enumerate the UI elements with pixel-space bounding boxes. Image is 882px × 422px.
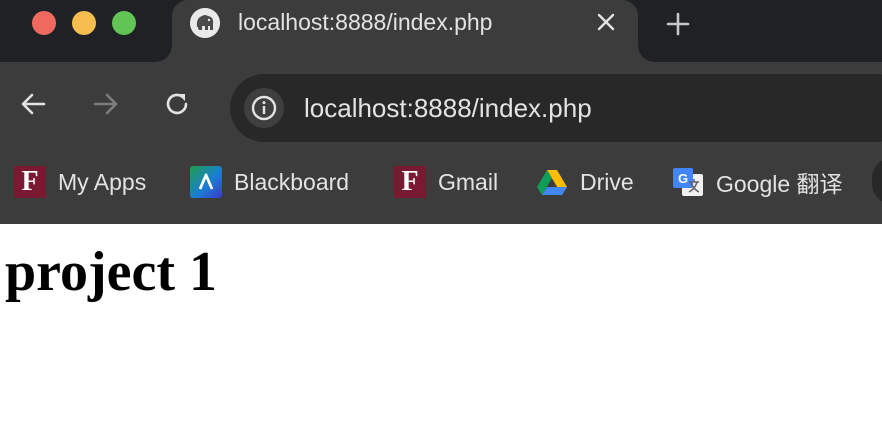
tab-active[interactable]: localhost:8888/index.php bbox=[156, 0, 654, 62]
window-minimize-button[interactable] bbox=[72, 11, 96, 35]
bookmarks-overflow-button[interactable] bbox=[872, 158, 882, 204]
arrow-left-icon[interactable] bbox=[18, 88, 50, 120]
url-text[interactable]: localhost:8888/index.php bbox=[304, 93, 592, 124]
blackboard-icon bbox=[190, 166, 222, 198]
window-zoom-button[interactable] bbox=[112, 11, 136, 35]
address-bar[interactable]: localhost:8888/index.php bbox=[230, 74, 882, 142]
tab-title: localhost:8888/index.php bbox=[238, 9, 493, 35]
bookmark-drive[interactable]: Drive bbox=[536, 164, 634, 200]
info-icon[interactable] bbox=[244, 88, 284, 128]
bookmark-google-translate[interactable]: G Google 翻译 bbox=[672, 164, 843, 200]
svg-text:G: G bbox=[678, 171, 688, 186]
bookmark-gmail[interactable]: F Gmail bbox=[394, 164, 498, 200]
bookmark-label: Blackboard bbox=[234, 168, 350, 195]
tab-strip: localhost:8888/index.php bbox=[0, 0, 882, 62]
browser-toolbar: localhost:8888/index.php bbox=[0, 62, 882, 142]
bookmark-label: My Apps bbox=[58, 168, 147, 195]
arrow-right-icon[interactable] bbox=[89, 88, 121, 120]
bookmark-label: Drive bbox=[580, 168, 634, 195]
bookmark-label: Gmail bbox=[438, 168, 499, 195]
f-logo-icon: F bbox=[14, 166, 46, 198]
page-title: project 1 bbox=[5, 241, 217, 303]
bookmarks-bar: F My Apps Blackboard F Gmail Drive G Goo… bbox=[0, 142, 882, 224]
plus-icon[interactable] bbox=[662, 8, 694, 40]
f-logo-icon: F bbox=[394, 166, 426, 198]
bookmark-my-apps[interactable]: F My Apps bbox=[14, 164, 146, 200]
bookmark-blackboard[interactable]: Blackboard bbox=[190, 164, 349, 200]
google-translate-icon: G bbox=[672, 166, 704, 198]
google-drive-icon bbox=[536, 166, 568, 198]
window-close-button[interactable] bbox=[32, 11, 56, 35]
close-icon[interactable] bbox=[592, 8, 620, 36]
bookmark-label: Google 翻译 bbox=[716, 171, 843, 197]
page-content: project 1 bbox=[0, 224, 882, 422]
mamp-elephant-icon bbox=[190, 8, 220, 38]
reload-icon[interactable] bbox=[161, 88, 193, 120]
